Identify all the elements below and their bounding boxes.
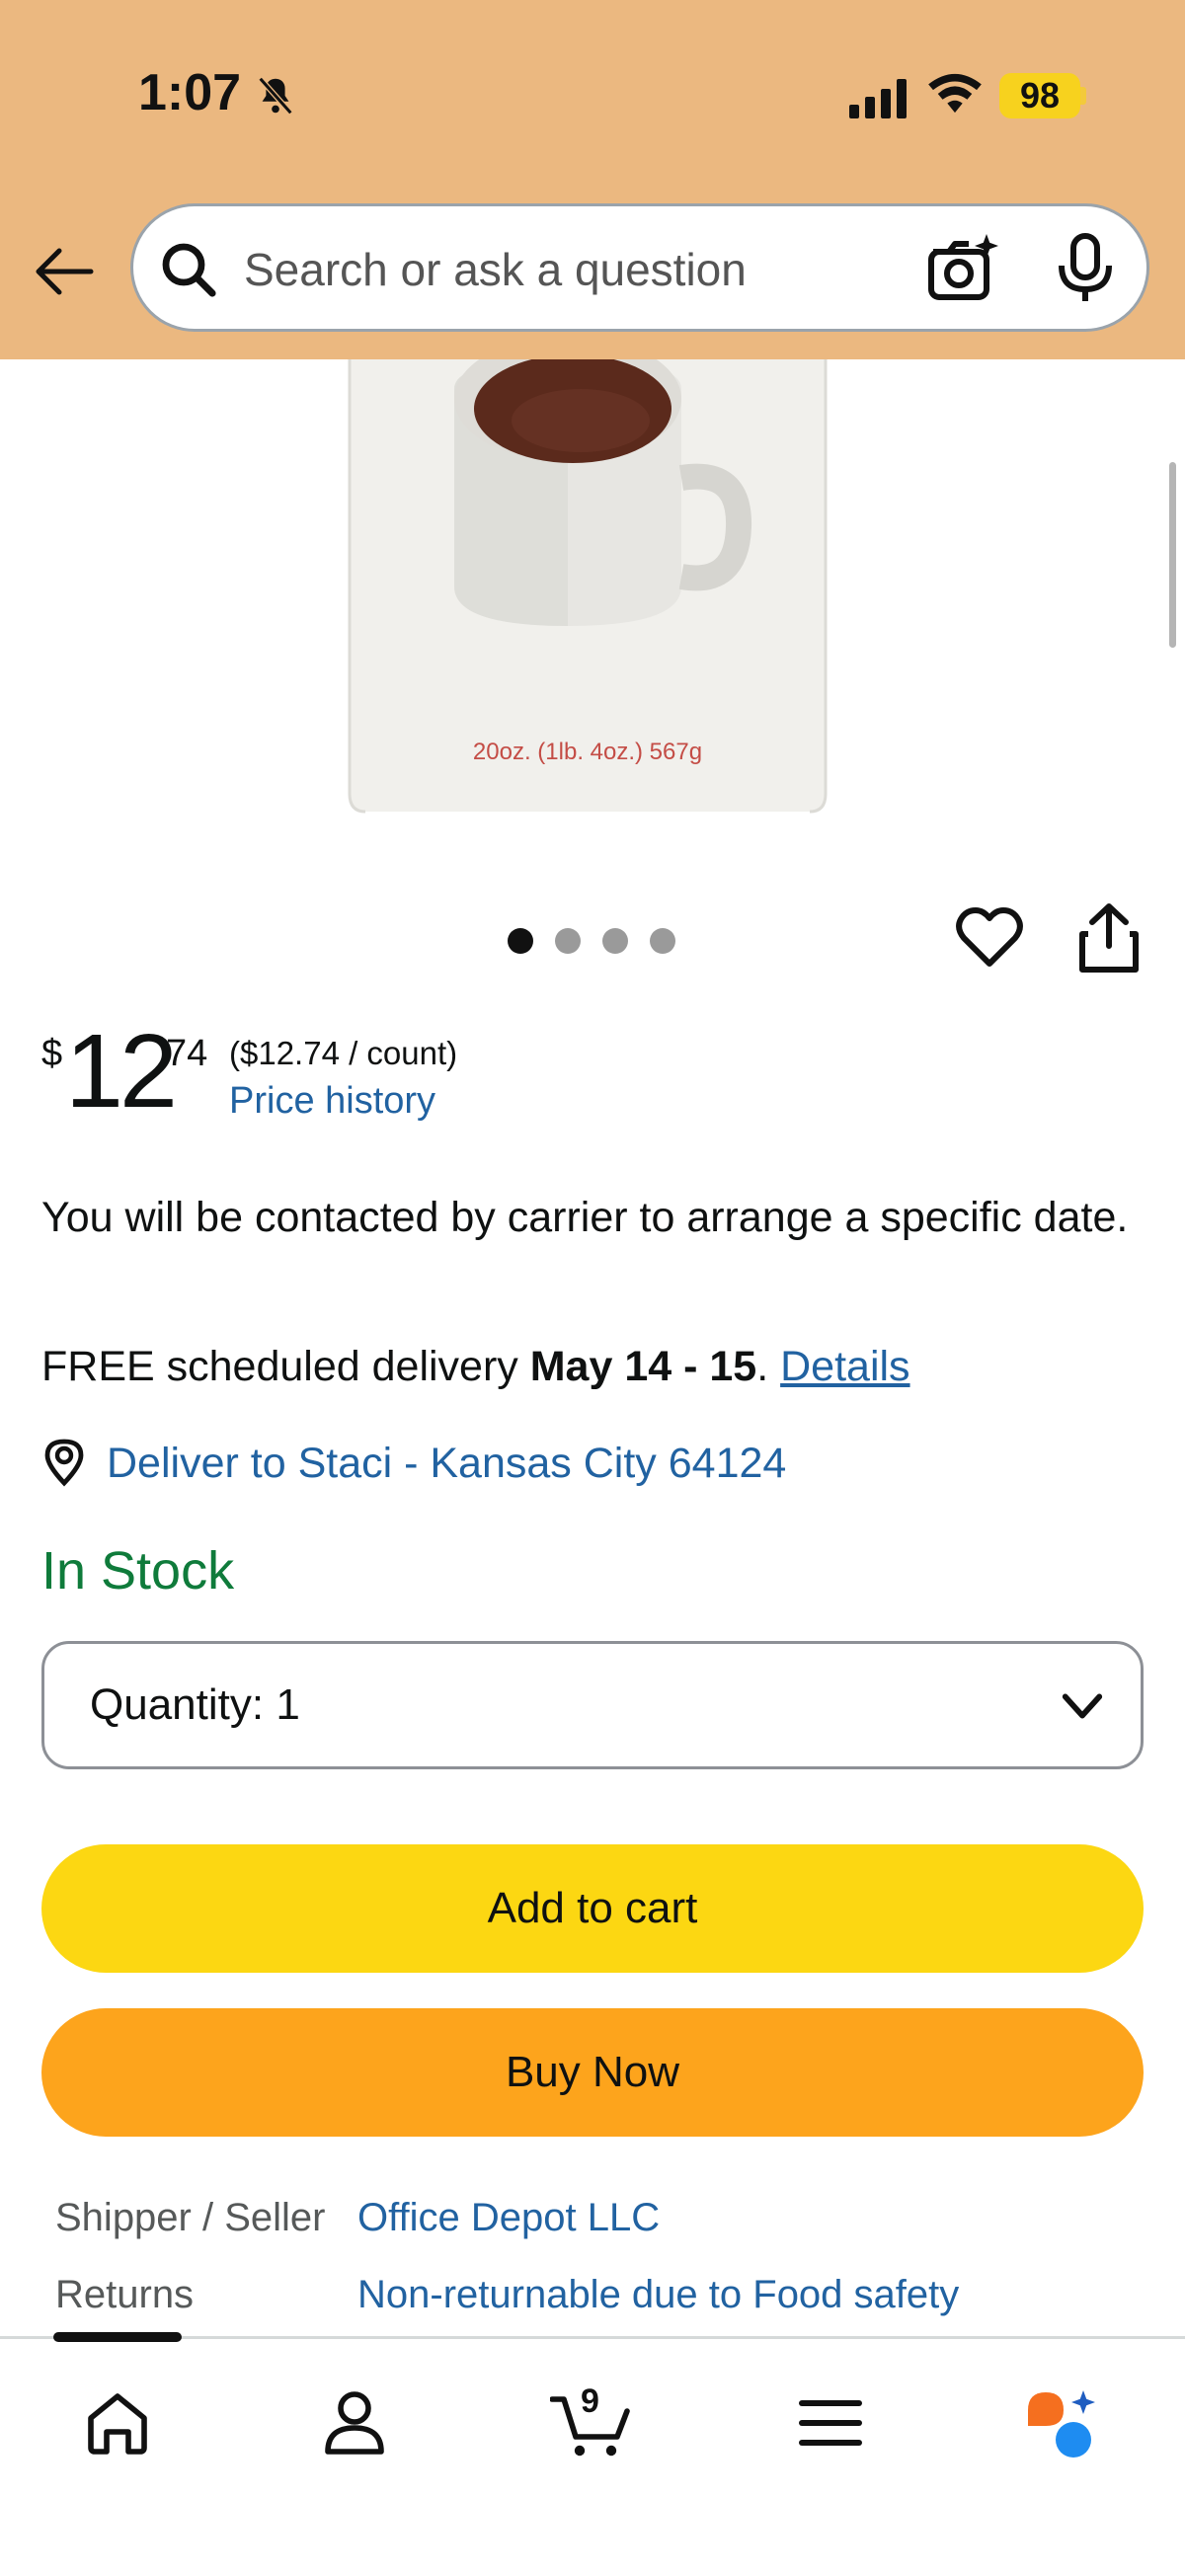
back-button[interactable] (30, 237, 99, 306)
deliver-to-link[interactable]: Deliver to Staci - Kansas City 64124 (107, 1440, 786, 1488)
image-pagination[interactable] (508, 928, 675, 954)
location-pin-icon (44, 1439, 84, 1487)
delivery-info: FREE scheduled delivery May 14 - 15. Det… (41, 1343, 910, 1391)
image-dot[interactable] (602, 928, 628, 954)
returns-policy-link[interactable]: Non-returnable due to Food safety (357, 2273, 959, 2317)
price-symbol: $ (41, 1033, 63, 1074)
account-icon (325, 2391, 384, 2455)
battery-tip (1080, 87, 1086, 105)
quantity-select[interactable]: Quantity: 1 (41, 1641, 1144, 1769)
heart-icon[interactable] (954, 902, 1025, 974)
scroll-indicator[interactable] (1169, 462, 1176, 648)
nav-account[interactable] (310, 2379, 399, 2467)
search-bar[interactable] (130, 203, 1149, 332)
add-to-cart-button[interactable]: Add to cart (41, 1844, 1144, 1973)
price-fraction: 74 (166, 1033, 208, 1074)
delivery-period: . (756, 1343, 769, 1390)
search-icon (162, 243, 216, 297)
unit-price: ($12.74 / count) (229, 1035, 458, 1071)
carrier-note: You will be contacted by carrier to arra… (41, 1194, 1129, 1241)
quantity-label: Quantity: (90, 1680, 265, 1729)
image-dot[interactable] (555, 928, 581, 954)
details-link[interactable]: Details (780, 1343, 909, 1390)
seller-link[interactable]: Office Depot LLC (357, 2196, 660, 2240)
nav-home[interactable] (73, 2379, 162, 2467)
product-weight-label: 20oz. (1lb. 4oz.) 567g (473, 739, 702, 765)
microphone-icon[interactable] (1054, 232, 1117, 305)
signal-icon (849, 79, 907, 118)
quantity-value: 1 (276, 1680, 300, 1729)
status-time: 1:07 (138, 64, 242, 121)
home-icon (88, 2393, 147, 2455)
search-input[interactable] (244, 232, 994, 307)
bell-muted-icon (258, 76, 293, 116)
nav-menu[interactable] (786, 2379, 875, 2467)
cart-count-badge: 9 (581, 2382, 599, 2420)
delivery-prefix: FREE scheduled delivery (41, 1343, 530, 1390)
rufus-assistant-icon (1028, 2390, 1095, 2458)
active-tab-indicator (53, 2332, 182, 2342)
battery-level: 98 (999, 73, 1080, 118)
bottom-nav: 9 (0, 2336, 1185, 2576)
back-arrow-icon (36, 248, 94, 295)
nav-cart[interactable]: 9 (547, 2379, 636, 2467)
camera-lens-icon[interactable] (925, 232, 998, 305)
wifi-icon (928, 73, 982, 114)
buy-now-button[interactable]: Buy Now (41, 2008, 1144, 2137)
nav-rufus[interactable] (1017, 2379, 1106, 2467)
returns-label: Returns (55, 2273, 195, 2316)
chevron-down-icon (1062, 1693, 1103, 1719)
shipper-seller-label: Shipper / Seller (55, 2196, 326, 2239)
share-icon[interactable] (1076, 902, 1142, 974)
image-dot[interactable] (650, 928, 675, 954)
price-history-link[interactable]: Price history (229, 1080, 435, 1123)
menu-icon (799, 2400, 862, 2446)
price-whole: 12 (65, 1013, 178, 1130)
stock-status: In Stock (41, 1541, 235, 1600)
image-dot[interactable] (508, 928, 533, 954)
product-image[interactable]: 20oz. (1lb. 4oz.) 567g (346, 359, 830, 814)
delivery-dates: May 14 - 15 (529, 1343, 757, 1390)
header: 1:07 98 (0, 0, 1185, 359)
